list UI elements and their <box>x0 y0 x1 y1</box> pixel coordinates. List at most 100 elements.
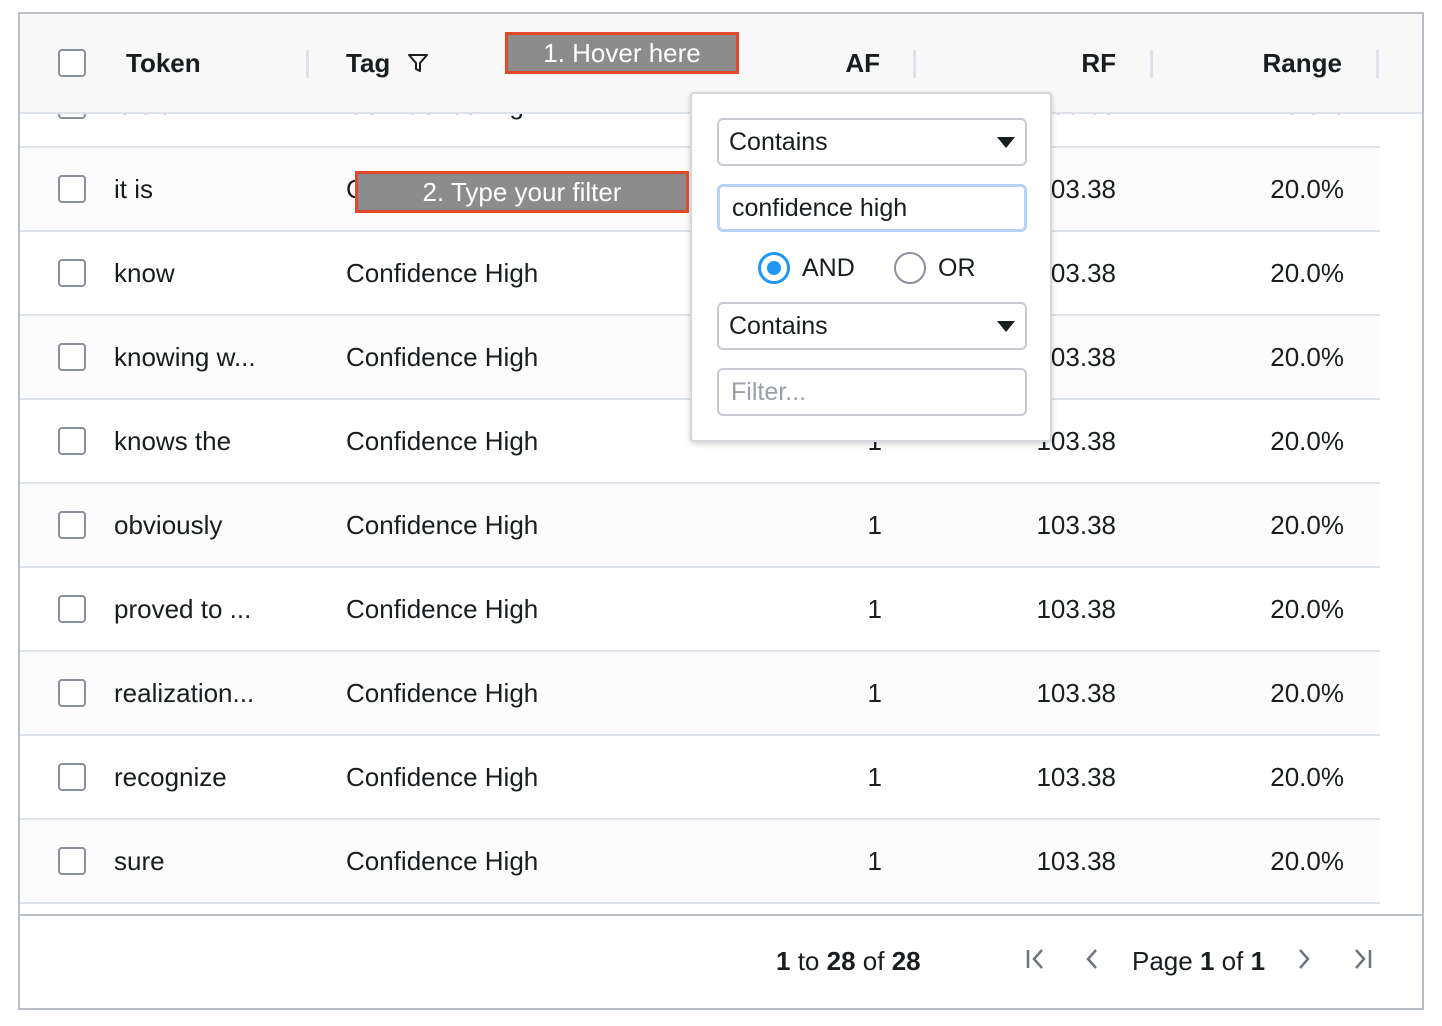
cell-token: it is <box>114 173 153 204</box>
row-checkbox[interactable] <box>58 847 86 875</box>
hover-here-callout: 1. Hover here <box>505 32 739 74</box>
first-page-icon[interactable] <box>1024 946 1048 979</box>
column-filter-popup: Contains confidence high AND OR Contains… <box>690 92 1052 442</box>
cell-token: know <box>114 257 175 288</box>
cell-rf: 103.38 <box>1036 509 1116 540</box>
column-resize-handle[interactable] <box>1376 50 1379 78</box>
cell-af: 1 <box>867 845 882 876</box>
page-of-word: of <box>1221 946 1244 976</box>
row-checkbox[interactable] <box>58 763 86 791</box>
column-resize-handle[interactable] <box>306 50 309 78</box>
table-row[interactable]: obviously Confidence High 1 103.38 20.0% <box>20 484 1380 568</box>
table-row[interactable]: realization... Confidence High 1 103.38 … <box>20 652 1380 736</box>
column-header-rf-label: RF <box>1081 47 1116 78</box>
or-radio-label: OR <box>938 254 976 282</box>
row-summary-from: 1 <box>776 946 791 976</box>
page-indicator: Page 1 of 1 <box>1132 946 1265 977</box>
row-summary-of-word: of <box>862 946 885 976</box>
cell-token: realization... <box>114 677 255 708</box>
cell-range: 20.0% <box>1200 114 1344 146</box>
cell-af: 1 <box>867 677 882 708</box>
caret-down-icon <box>997 137 1015 148</box>
page-count: 1 <box>1250 946 1266 976</box>
row-checkbox[interactable] <box>58 114 86 119</box>
condition2-type-select[interactable]: Contains <box>717 302 1027 350</box>
condition2-type-value: Contains <box>729 311 828 340</box>
cell-range: 20.0% <box>1270 173 1344 204</box>
column-header-range[interactable]: Range <box>1220 14 1342 112</box>
row-summary-to: 28 <box>826 946 856 976</box>
cell-range: 20.0% <box>1270 257 1344 288</box>
cell-token: proved to ... <box>114 593 252 624</box>
prev-page-icon[interactable] <box>1082 946 1102 979</box>
cell-tag: Confidence High <box>346 761 539 792</box>
column-header-token-label: Token <box>126 47 201 78</box>
cell-token: knowing w... <box>114 341 256 372</box>
row-checkbox[interactable] <box>58 259 86 287</box>
cell-rf: 103.38 <box>1036 593 1116 624</box>
row-checkbox[interactable] <box>58 427 86 455</box>
and-radio-label: AND <box>802 254 855 282</box>
hover-here-callout-text: 1. Hover here <box>543 37 701 68</box>
type-filter-callout: 2. Type your filter <box>355 171 689 213</box>
cell-tag: Confidence High <box>346 341 539 372</box>
column-header-af-label: AF <box>845 47 880 78</box>
column-header-range-label: Range <box>1262 47 1342 78</box>
caret-down-icon <box>997 321 1015 332</box>
column-resize-handle[interactable] <box>913 50 916 78</box>
cell-range: 20.0% <box>1270 509 1344 540</box>
cell-rf: 103.38 <box>1036 677 1116 708</box>
cell-range: 20.0% <box>1270 845 1344 876</box>
column-resize-handle[interactable] <box>1150 50 1153 78</box>
condition1-filter-value: confidence high <box>732 193 908 222</box>
select-all-checkbox[interactable] <box>58 49 86 77</box>
or-radio[interactable] <box>894 252 926 284</box>
column-header-tag-label: Tag <box>346 47 391 78</box>
cell-token: obviously <box>114 509 223 540</box>
cell-tag: Confidence High <box>346 425 539 456</box>
page-number: 1 <box>1199 946 1215 976</box>
cell-range: 20.0% <box>1270 593 1344 624</box>
row-checkbox[interactable] <box>58 511 86 539</box>
cell-range: 20.0% <box>1270 341 1344 372</box>
condition2-filter-placeholder: Filter... <box>731 377 807 406</box>
and-radio[interactable] <box>758 252 790 284</box>
cell-tag: Confidence High <box>346 257 539 288</box>
cell-token: recognize <box>114 761 227 792</box>
condition1-type-select[interactable]: Contains <box>717 118 1027 166</box>
cell-rf: 103.38 <box>1036 761 1116 792</box>
table-row[interactable]: sure Confidence High 1 103.38 20.0% <box>20 820 1380 904</box>
row-summary-to-word: to <box>797 946 820 976</box>
cell-token: it 's a <box>114 114 174 146</box>
row-checkbox[interactable] <box>58 679 86 707</box>
table-row[interactable]: recognize Confidence High 1 103.38 20.0% <box>20 736 1380 820</box>
cell-token: sure <box>114 845 165 876</box>
row-checkbox[interactable] <box>58 175 86 203</box>
pagination-panel: 1 to 28 of 28 Page 1 of 1 <box>20 914 1422 1008</box>
condition1-filter-input[interactable]: confidence high <box>717 184 1027 232</box>
row-checkbox[interactable] <box>58 595 86 623</box>
row-summary-total: 28 <box>891 946 921 976</box>
cell-af: 1 <box>867 509 882 540</box>
funnel-icon[interactable] <box>406 51 430 75</box>
cell-rf: 103.38 <box>1036 845 1116 876</box>
cell-af: 1 <box>867 593 882 624</box>
cell-range: 20.0% <box>1270 677 1344 708</box>
page-word: Page <box>1132 946 1193 976</box>
column-header-tag[interactable]: Tag <box>346 14 430 112</box>
cell-range: 20.0% <box>1270 761 1344 792</box>
cell-tag: Confidence High <box>346 677 539 708</box>
next-page-icon[interactable] <box>1294 946 1314 979</box>
row-checkbox[interactable] <box>58 343 86 371</box>
condition2-filter-input[interactable]: Filter... <box>717 368 1027 416</box>
data-grid: Token Tag AF RF Range it 's a Confidence… <box>18 12 1424 1010</box>
type-filter-callout-text: 2. Type your filter <box>422 176 622 207</box>
cell-af: 1 <box>867 761 882 792</box>
cell-tag: Confidence High <box>346 593 539 624</box>
cell-token: knows the <box>114 425 232 456</box>
column-header-token[interactable]: Token <box>126 14 201 112</box>
table-row[interactable]: proved to ... Confidence High 1 103.38 2… <box>20 568 1380 652</box>
row-summary: 1 to 28 of 28 <box>776 946 921 977</box>
last-page-icon[interactable] <box>1350 946 1374 979</box>
cell-range: 20.0% <box>1270 425 1344 456</box>
